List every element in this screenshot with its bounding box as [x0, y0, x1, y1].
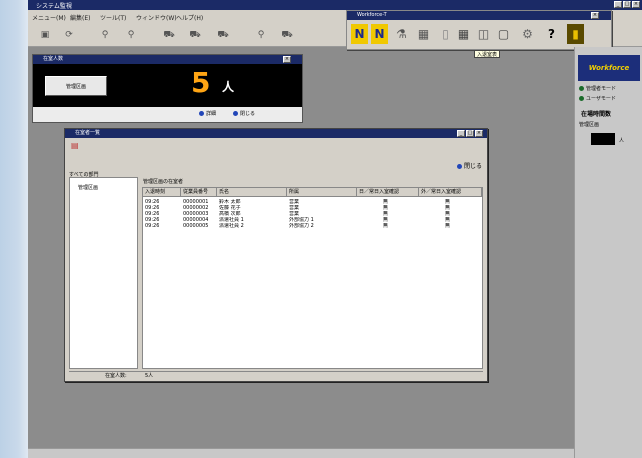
menu-item-window[interactable]: ウィンドウ(W): [136, 13, 177, 22]
application-window: システム監視 _ □ × メニュー(M) 編集(E) ツール(T) ウィンドウ(…: [28, 0, 642, 458]
cell-check1: 無: [383, 223, 389, 229]
dialog-title: 在室者一覧: [65, 129, 487, 138]
dialog-status-bar: 在室人数: 5人: [69, 371, 483, 380]
chart-icon[interactable]: ⚗: [393, 24, 410, 44]
dialog-minimize[interactable]: _: [457, 130, 465, 137]
occupancy-unit: 人: [222, 80, 235, 94]
occupancy-counter-window: 在室人数 × 管理区画 5 人 詳細 閉じる: [32, 54, 303, 123]
user-mode-option[interactable]: ユーザモード: [579, 95, 616, 102]
radio-icon: [579, 86, 584, 91]
column-header-id[interactable]: 従業員番号: [181, 188, 217, 197]
exit-icon[interactable]: ▮: [567, 24, 584, 44]
occupancy-count: 5: [191, 66, 211, 99]
floating-toolbar-title: Workforce-T: [347, 11, 611, 20]
menu-item-edit[interactable]: 編集(E): [70, 13, 90, 22]
occupant-list: 入退時刻 従業員番号 氏名 所属 日／常日入室確認 外／常日入室確認 09:26…: [142, 187, 483, 369]
section-label: 管理区画: [579, 122, 600, 128]
dialog-close-link[interactable]: 閉じる: [457, 161, 482, 170]
counter-footer: 詳細 閉じる: [33, 107, 302, 122]
print-icon[interactable]: ▤: [71, 141, 89, 153]
area-button[interactable]: 管理区画: [45, 76, 107, 96]
n-icon[interactable]: N: [351, 24, 368, 44]
truck-icon[interactable]: ⛟: [276, 29, 298, 41]
close-button-counter[interactable]: 閉じる: [233, 110, 255, 117]
user-mode-label: ユーザモード: [586, 96, 616, 102]
gear-icon[interactable]: ⚙: [519, 24, 536, 44]
column-header-time[interactable]: 入退時刻: [143, 188, 181, 197]
tree-item-admin-area[interactable]: 管理区画: [78, 184, 98, 191]
table-row[interactable]: 09:26 00000005 派遣社員 2 外部協力 2 無 無: [143, 223, 482, 229]
counter-window-title: 在室人数: [33, 55, 302, 64]
window-title: システム監視: [36, 3, 72, 10]
tooltip: 入退室表: [474, 50, 501, 58]
status-value: 5人: [145, 373, 154, 379]
dialog-maximize[interactable]: □: [466, 130, 474, 137]
bicycle-icon[interactable]: ⚲: [94, 29, 116, 41]
refresh-icon[interactable]: ⟳: [58, 29, 80, 41]
truck-icon[interactable]: ⛟: [212, 29, 234, 41]
status-label: 在室人数:: [105, 373, 127, 379]
window-icon[interactable]: ◫: [475, 24, 492, 44]
grid-icon[interactable]: ▦: [455, 24, 472, 44]
column-header-dept[interactable]: 所属: [287, 188, 357, 197]
section-title: 在場時間数: [581, 111, 612, 118]
cell-name: 派遣社員 2: [219, 223, 244, 229]
occupant-list-dialog: 在室者一覧 _ □ × ▤ 閉じる すべての部門 管理区画 管理区画の在室者 入…: [64, 128, 488, 382]
title-bar: システム監視 _ □ ×: [28, 0, 642, 10]
cell-id: 00000005: [183, 223, 209, 229]
help-icon[interactable]: ?: [543, 24, 560, 44]
list-title: 管理区画の在室者: [143, 179, 184, 185]
menu-item-tools[interactable]: ツール(T): [100, 13, 126, 22]
close-button[interactable]: ×: [632, 1, 640, 8]
close-link-label: 閉じる: [464, 163, 483, 170]
menu-item-help[interactable]: ヘルプ(H): [176, 13, 203, 22]
close-label: 閉じる: [240, 111, 256, 117]
close-icon: [457, 164, 462, 169]
close-icon: [233, 111, 238, 116]
cell-check2: 無: [445, 223, 451, 229]
counter-window-close[interactable]: ×: [283, 56, 291, 63]
save-icon[interactable]: ▣: [34, 29, 56, 41]
dialog-close[interactable]: ×: [475, 130, 483, 137]
status-bar: [28, 448, 574, 458]
menu-item-menu[interactable]: メニュー(M): [32, 13, 66, 22]
column-header-check1[interactable]: 日／常日入室確認: [357, 188, 419, 197]
counter-display: 管理区画 5 人: [33, 64, 302, 107]
doc-icon[interactable]: ▢: [495, 24, 512, 44]
n-icon[interactable]: N: [371, 24, 388, 44]
column-header-name[interactable]: 氏名: [217, 188, 287, 197]
cell-dept: 外部協力 2: [289, 223, 314, 229]
count-display: [591, 133, 615, 145]
column-header-check2[interactable]: 外／常日入室確認: [419, 188, 482, 197]
grid-icon[interactable]: ▦: [415, 24, 432, 44]
department-tree: 管理区画: [69, 177, 138, 369]
product-logo: Workforce: [578, 55, 640, 81]
truck-icon[interactable]: ⛟: [184, 29, 206, 41]
admin-mode-option[interactable]: 管理者モード: [579, 85, 616, 92]
detail-icon: [199, 111, 204, 116]
minimize-button[interactable]: _: [614, 1, 622, 8]
cell-time: 09:26: [145, 223, 160, 229]
right-panel: Workforce 管理者モード ユーザモード 在場時間数 管理区画 人: [574, 47, 642, 458]
bicycle-icon[interactable]: ⚲: [120, 29, 142, 41]
floating-toolbar-close[interactable]: ×: [591, 12, 599, 19]
maximize-button[interactable]: □: [623, 1, 631, 8]
list-header: 入退時刻 従業員番号 氏名 所属 日／常日入室確認 外／常日入室確認: [143, 188, 482, 197]
floating-toolbar: Workforce-T N N ⚗ ▦ ▯ ▦ ◫ ▢ ⚙ ? ▮ ×: [346, 10, 612, 50]
detail-button[interactable]: 詳細: [199, 110, 216, 117]
car-icon[interactable]: ⚲: [250, 29, 272, 41]
admin-mode-label: 管理者モード: [586, 86, 617, 92]
count-unit: 人: [619, 138, 625, 144]
radio-icon: [579, 96, 584, 101]
detail-label: 詳細: [206, 111, 217, 117]
doc-icon[interactable]: ▯: [437, 24, 454, 44]
car-icon[interactable]: ⛟: [158, 29, 180, 41]
